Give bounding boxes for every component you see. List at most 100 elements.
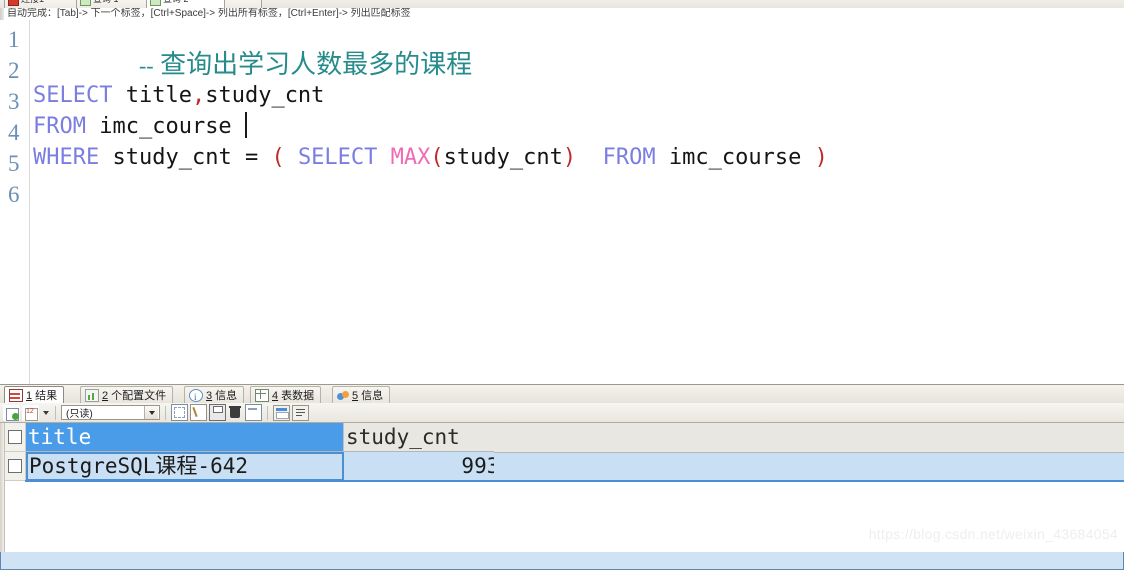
space-2 — [285, 145, 298, 170]
line-number-6: 6 — [8, 182, 20, 207]
line-number-4: 4 — [8, 120, 20, 145]
red-table-icon — [8, 0, 19, 6]
autocomplete-hint-text: 自动完成：[Tab]-> 下一个标签，[Ctrl+Space]-> 列出所有标签… — [7, 8, 411, 19]
tab-tabledata-num: 4 — [272, 389, 279, 402]
cell-title[interactable]: PostgreSQL课程-642 — [26, 452, 344, 481]
table-icon — [255, 389, 269, 402]
header-filler — [494, 423, 1124, 453]
kw-select: SELECT — [33, 83, 113, 108]
space-1 — [258, 145, 271, 170]
line-number-2: 2 — [8, 58, 20, 83]
row-number-icon[interactable] — [22, 404, 39, 421]
toolbar-divider — [267, 405, 268, 420]
tab-profile-num: 2 — [102, 389, 109, 402]
edit-mode-select[interactable]: (只读) — [61, 405, 160, 420]
space-3 — [377, 145, 390, 170]
result-tab-bar: 1 结果 2 个配置文件 3 信息 4 表数据 5 信息 — [0, 385, 1124, 405]
refresh-icon[interactable] — [3, 404, 20, 421]
row-checkbox-cell[interactable] — [5, 452, 26, 481]
line-number-3: 3 — [8, 89, 20, 114]
code-area[interactable]: -- 查询出学习人数最多的课程 SELECT title,study_cnt F… — [33, 20, 1124, 384]
delete-icon[interactable] — [228, 405, 243, 420]
comment-dashes: -- — [138, 53, 154, 78]
line-number-1: 1 — [8, 27, 20, 52]
toolbar-divider — [55, 405, 56, 420]
tab-message-num: 5 — [352, 389, 359, 402]
ident-study-cnt: study_cnt — [205, 83, 325, 108]
kw-select-sub: SELECT — [297, 145, 378, 170]
grid-header-row: title study_cnt — [5, 423, 515, 452]
edit-icon[interactable] — [190, 404, 207, 421]
toolbar-divider — [165, 405, 166, 420]
save-icon[interactable] — [209, 404, 226, 421]
grid-icon — [9, 389, 23, 402]
chevron-down-icon[interactable] — [41, 405, 50, 421]
edit-mode-value: (只读) — [66, 409, 93, 420]
paren-close-outer: ) — [814, 145, 828, 170]
tab-info-label: 信息 — [215, 389, 238, 402]
row-filler — [494, 453, 1124, 480]
kw-where: WHERE — [33, 145, 100, 170]
comment-text: 查询出学习人数最多的课程 — [153, 50, 473, 79]
chevron-down-icon — [144, 406, 158, 419]
sql-icon[interactable] — [171, 404, 188, 421]
hint-left-rail — [0, 8, 4, 20]
select-all-checkbox[interactable] — [8, 430, 22, 444]
info-icon — [189, 389, 203, 405]
op-equals: = — [244, 145, 259, 170]
code-line-4[interactable]: FROM imc_course — [33, 111, 247, 142]
tab-result-label: 结果 — [35, 389, 58, 402]
comma: , — [191, 83, 206, 108]
top-tab-label-2: 查询 2 — [163, 0, 189, 4]
message-icon — [337, 390, 349, 401]
top-tab-label-0: 连接1 — [21, 0, 44, 4]
filter-icon[interactable] — [245, 404, 262, 421]
text-view-icon[interactable] — [292, 404, 309, 421]
fn-max: MAX — [390, 145, 431, 170]
code-line-5[interactable]: WHERE study_cnt = ( SELECT MAX(study_cnt… — [33, 142, 828, 173]
tab-info-num: 3 — [206, 389, 213, 402]
text-caret — [244, 112, 247, 138]
ident-imc-course: imc_course — [85, 114, 245, 139]
space-4 — [576, 145, 603, 170]
paren-close-max: ) — [562, 145, 577, 170]
profile-icon — [85, 389, 99, 402]
paren-open-outer: ( — [271, 145, 285, 170]
ident-study-cnt-2: study_cnt — [99, 145, 245, 170]
top-tab-label-1: 查询 1 — [93, 0, 119, 4]
kw-from: FROM — [33, 114, 86, 139]
column-header-study-cnt[interactable]: study_cnt — [344, 423, 515, 452]
watermark-text: https://blog.csdn.net/weixin_43684054 — [868, 526, 1118, 542]
tab-result[interactable]: 1 结果 — [4, 386, 65, 404]
tab-tabledata[interactable]: 4 表数据 — [250, 386, 322, 404]
tab-result-num: 1 — [26, 389, 33, 402]
ident-title: title — [112, 83, 192, 108]
line-number-gutter: 1 2 3 4 5 6 — [0, 20, 30, 384]
code-line-3[interactable]: SELECT title,study_cnt — [33, 80, 324, 111]
paren-open-max: ( — [430, 145, 444, 170]
tab-tabledata-label: 表数据 — [281, 389, 315, 402]
results-panel: 1 结果 2 个配置文件 3 信息 4 表数据 5 信息 — [0, 384, 1124, 570]
table-row[interactable]: PostgreSQL课程-642 9939 — [5, 452, 515, 481]
green-query-icon — [150, 0, 161, 6]
green-query-icon — [80, 0, 91, 6]
kw-from-sub: FROM — [602, 145, 656, 170]
ident-imc-course-2: imc_course — [655, 145, 815, 170]
tab-message[interactable]: 5 信息 — [332, 386, 391, 404]
sql-editor[interactable]: 1 2 3 4 5 6 -- 查询出学习人数最多的课程 SELECT title… — [0, 20, 1124, 384]
new-tab-button[interactable] — [224, 0, 262, 8]
sql-client-window: 连接1 查询 1 查询 2 ✕ 自动完成：[Tab]-> 下一个标签，[Ctrl… — [0, 0, 1124, 570]
line-number-5: 5 — [8, 151, 20, 176]
grid-toolbar: (只读) — [0, 403, 1124, 570]
row-selection-underline — [25, 480, 1124, 482]
cell-study-cnt[interactable]: 9939 — [344, 452, 515, 481]
form-view-icon[interactable] — [273, 404, 290, 421]
ident-study-cnt-3: study_cnt — [443, 145, 563, 170]
row-select-checkbox[interactable] — [8, 459, 22, 473]
header-checkbox-cell[interactable] — [5, 423, 26, 452]
tab-info[interactable]: 3 信息 — [184, 386, 245, 405]
tab-message-label: 信息 — [361, 389, 384, 402]
tab-profile-label: 个配置文件 — [111, 389, 167, 402]
tab-profile[interactable]: 2 个配置文件 — [80, 386, 174, 404]
column-header-title[interactable]: title — [26, 423, 344, 452]
